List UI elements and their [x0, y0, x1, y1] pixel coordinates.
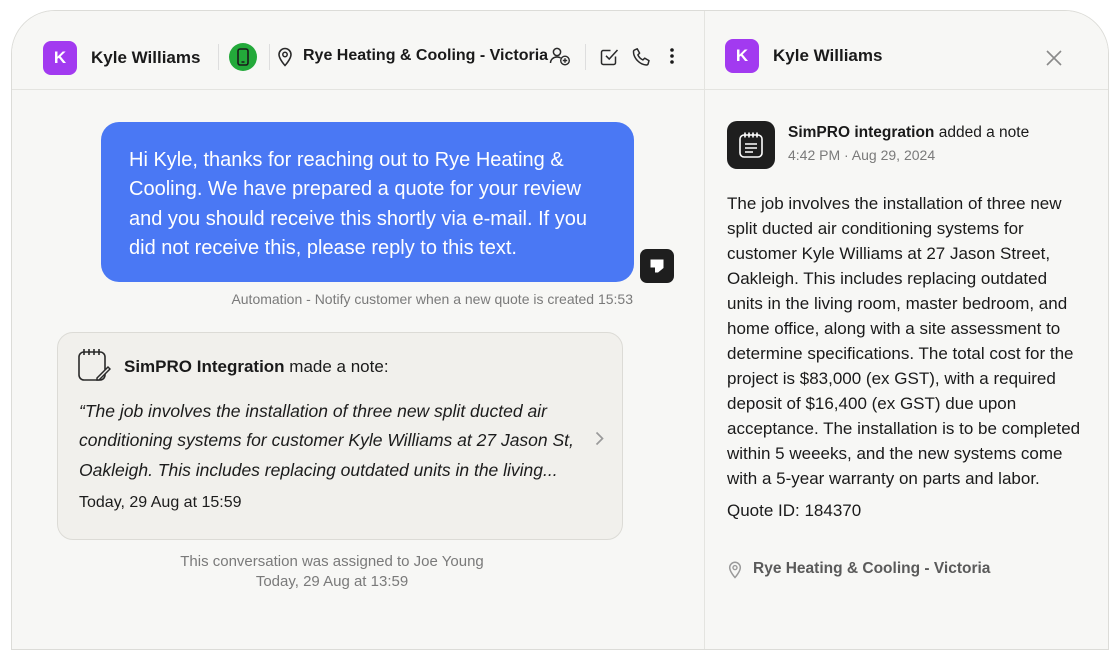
quote-id: Quote ID: 184370 — [727, 501, 862, 520]
phone-status-icon[interactable] — [229, 43, 257, 71]
assignment-notice: This conversation was assigned to Joe Yo… — [180, 553, 484, 570]
note-body: The job involves the installation of thr… — [727, 194, 1081, 488]
note-document-icon — [727, 121, 775, 169]
header-divider — [585, 44, 586, 70]
note-author: SimPRO Integration — [124, 357, 285, 376]
note-timestamp: 4:42 PM · Aug 29, 2024 — [788, 147, 936, 163]
automation-bot-icon — [640, 249, 674, 283]
note-actor-action: added a note — [934, 124, 1030, 141]
details-pane: K Kyle Williams SimPRO integration added… — [704, 11, 1108, 649]
note-action: made a note: — [284, 357, 389, 376]
assignment-time: Today, 29 Aug at 13:59 — [255, 573, 409, 590]
outbound-message-bubble[interactable]: Hi Kyle, thanks for reaching out to Rye … — [101, 122, 634, 282]
message-meta: Automation - Notify customer when a new … — [231, 291, 633, 307]
conversation-pane: K Kyle Williams Rye Heating & Cooling - … — [12, 11, 704, 649]
details-contact-name: Kyle Williams — [773, 46, 883, 65]
location-pin-icon — [727, 560, 743, 580]
location-pin-icon — [276, 47, 294, 67]
app-window: K Kyle Williams Rye Heating & Cooling - … — [11, 10, 1109, 650]
note-actor: SimPRO integration — [788, 124, 935, 141]
note-quote: “The job involves the installation of th… — [79, 401, 574, 480]
conversation-header: K Kyle Williams Rye Heating & Cooling - … — [12, 11, 704, 90]
note-actor-line: SimPRO integration added a note — [788, 124, 1029, 142]
close-icon[interactable] — [1044, 48, 1064, 68]
contact-avatar[interactable]: K — [43, 41, 77, 75]
details-header: K Kyle Williams — [705, 11, 1108, 90]
header-divider — [218, 44, 219, 70]
note-timestamp: Today, 29 Aug at 15:59 — [79, 494, 242, 511]
phone-icon[interactable] — [631, 46, 651, 66]
more-vertical-icon[interactable] — [664, 46, 680, 66]
note-location[interactable]: Rye Heating & Cooling - Victoria — [753, 560, 990, 578]
integration-note-card[interactable]: SimPRO Integration made a note: “The job… — [57, 332, 623, 540]
location-name[interactable]: Rye Heating & Cooling - Victoria — [303, 47, 548, 65]
assign-user-icon[interactable] — [549, 45, 571, 67]
contact-avatar[interactable]: K — [725, 39, 759, 73]
note-header: SimPRO Integration made a note: — [124, 357, 389, 377]
header-divider — [269, 44, 270, 70]
checkbox-icon[interactable] — [599, 46, 619, 66]
contact-name[interactable]: Kyle Williams — [91, 48, 200, 68]
note-pad-icon — [76, 347, 112, 383]
chevron-right-icon[interactable] — [592, 429, 606, 447]
